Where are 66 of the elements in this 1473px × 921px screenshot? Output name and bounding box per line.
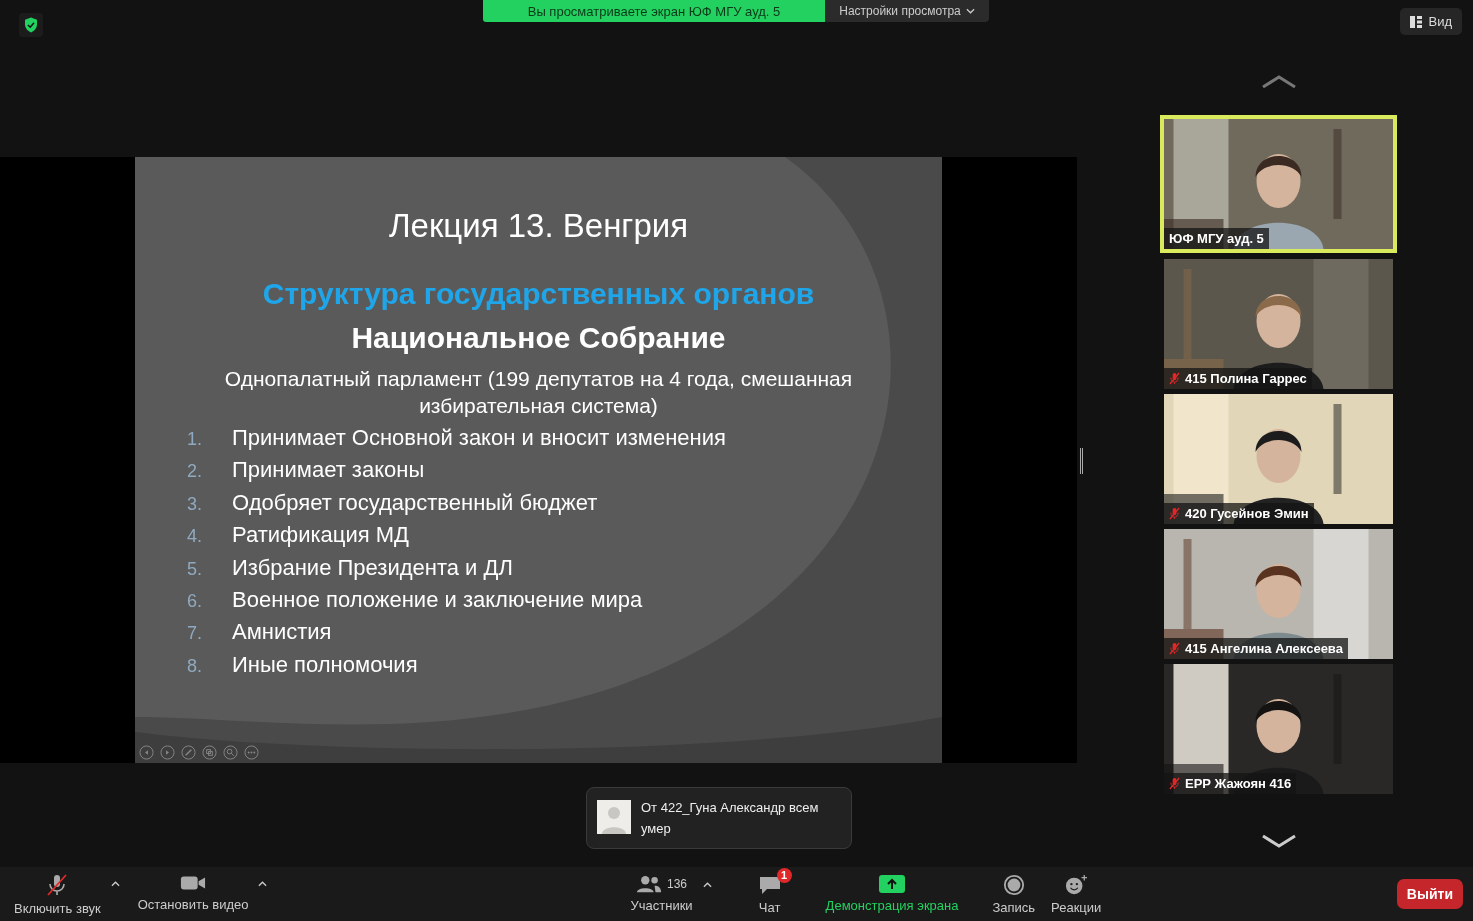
list-item: Принимает Основной закон и вносит изменения <box>232 425 726 451</box>
muted-microphone-icon <box>45 872 70 897</box>
chat-message: умер <box>641 821 672 836</box>
slide-paragraph: Однопалатный парламент (199 депутатов на 4 года, смешанная избирательная система) <box>223 366 854 419</box>
video-tile[interactable]: 420 Гусейнов Эмин <box>1164 394 1393 524</box>
list-item: Избрание Президента и ДЛ <box>232 554 513 581</box>
list-item: Военное положение и заключение мира <box>232 586 643 613</box>
pen-icon[interactable] <box>181 745 196 760</box>
resize-handle[interactable] <box>1080 448 1083 474</box>
chat-notification[interactable]: От 422_Гуна Александр всем умер <box>586 787 852 849</box>
video-tile[interactable]: ЮФ МГУ ауд. 5 <box>1160 115 1397 253</box>
next-icon[interactable] <box>160 745 175 760</box>
participant-name: ЕРР Жажоян 416 <box>1185 776 1292 791</box>
video-tile[interactable]: ЕРР Жажоян 416 <box>1164 664 1393 794</box>
more-icon[interactable] <box>244 745 259 760</box>
scroll-down-icon[interactable] <box>1260 834 1297 848</box>
list-number: 8. <box>187 655 203 677</box>
avatar-icon <box>597 800 631 834</box>
caret-icon[interactable] <box>702 881 712 888</box>
stop-video-button[interactable]: Остановить видео <box>133 872 253 912</box>
chat-button[interactable]: 1 Чат <box>747 867 792 915</box>
list-number: 7. <box>187 623 203 645</box>
list-number: 2. <box>187 461 203 483</box>
people-icon <box>636 873 662 894</box>
scroll-up-icon[interactable] <box>1260 75 1297 89</box>
slide-subtitle: Структура государственных органов <box>262 277 815 311</box>
list-item: Одобряет государственный бюджет <box>232 489 598 516</box>
video-tile[interactable]: 415 Полина Гаррес <box>1164 259 1393 389</box>
view-settings-button[interactable]: Настройки просмотра <box>825 0 989 22</box>
participants-button[interactable]: 136 Участники <box>626 873 697 913</box>
participant-name: 420 Гусейнов Эмин <box>1185 506 1309 521</box>
list-item: Амнистия <box>232 619 332 646</box>
caret-icon <box>965 8 975 14</box>
previous-icon[interactable] <box>139 745 154 760</box>
view-button[interactable]: Вид <box>1400 8 1462 35</box>
list-item: Иные полномочия <box>232 651 418 678</box>
video-tile[interactable]: 415 Ангелина Алексеева <box>1164 529 1393 659</box>
share-screen-button[interactable]: Демонстрация экрана <box>821 873 963 913</box>
record-icon <box>1002 873 1025 896</box>
slide-heading: Национальное Собрание <box>351 321 726 355</box>
layout-icon <box>1410 15 1423 28</box>
caret-icon[interactable] <box>110 880 120 887</box>
unmute-button[interactable]: Включить звук <box>10 872 105 916</box>
caret-icon[interactable] <box>258 880 268 887</box>
leave-button[interactable]: Выйти <box>1396 879 1463 909</box>
list-item: Принимает законы <box>232 457 425 484</box>
participant-count: 136 <box>667 876 688 891</box>
record-button[interactable]: Запись <box>988 873 1040 915</box>
reactions-button[interactable]: Реакции <box>1047 873 1106 915</box>
list-number: 5. <box>187 558 203 580</box>
list-number: 6. <box>187 590 203 612</box>
notification-badge: 1 <box>776 867 792 883</box>
slides-icon[interactable] <box>202 745 217 760</box>
viewing-banner: Вы просматриваете экран ЮФ МГУ ауд. 5 <box>483 0 825 22</box>
list-number: 4. <box>187 526 203 548</box>
zoom-icon[interactable] <box>223 745 238 760</box>
chat-sender: От 422_Гуна Александр всем <box>641 800 819 815</box>
participant-name: ЮФ МГУ ауд. 5 <box>1169 231 1264 246</box>
list-number: 1. <box>187 429 203 450</box>
participant-name: 415 Ангелина Алексеева <box>1185 641 1343 656</box>
slide-title: Лекция 13. Венгрия <box>388 207 689 245</box>
shield-icon[interactable] <box>19 13 43 37</box>
list-item: Ратификация МД <box>232 522 409 549</box>
participant-name: 415 Полина Гаррес <box>1185 371 1307 386</box>
list-number: 3. <box>187 493 203 515</box>
smiley-icon <box>1064 873 1089 896</box>
